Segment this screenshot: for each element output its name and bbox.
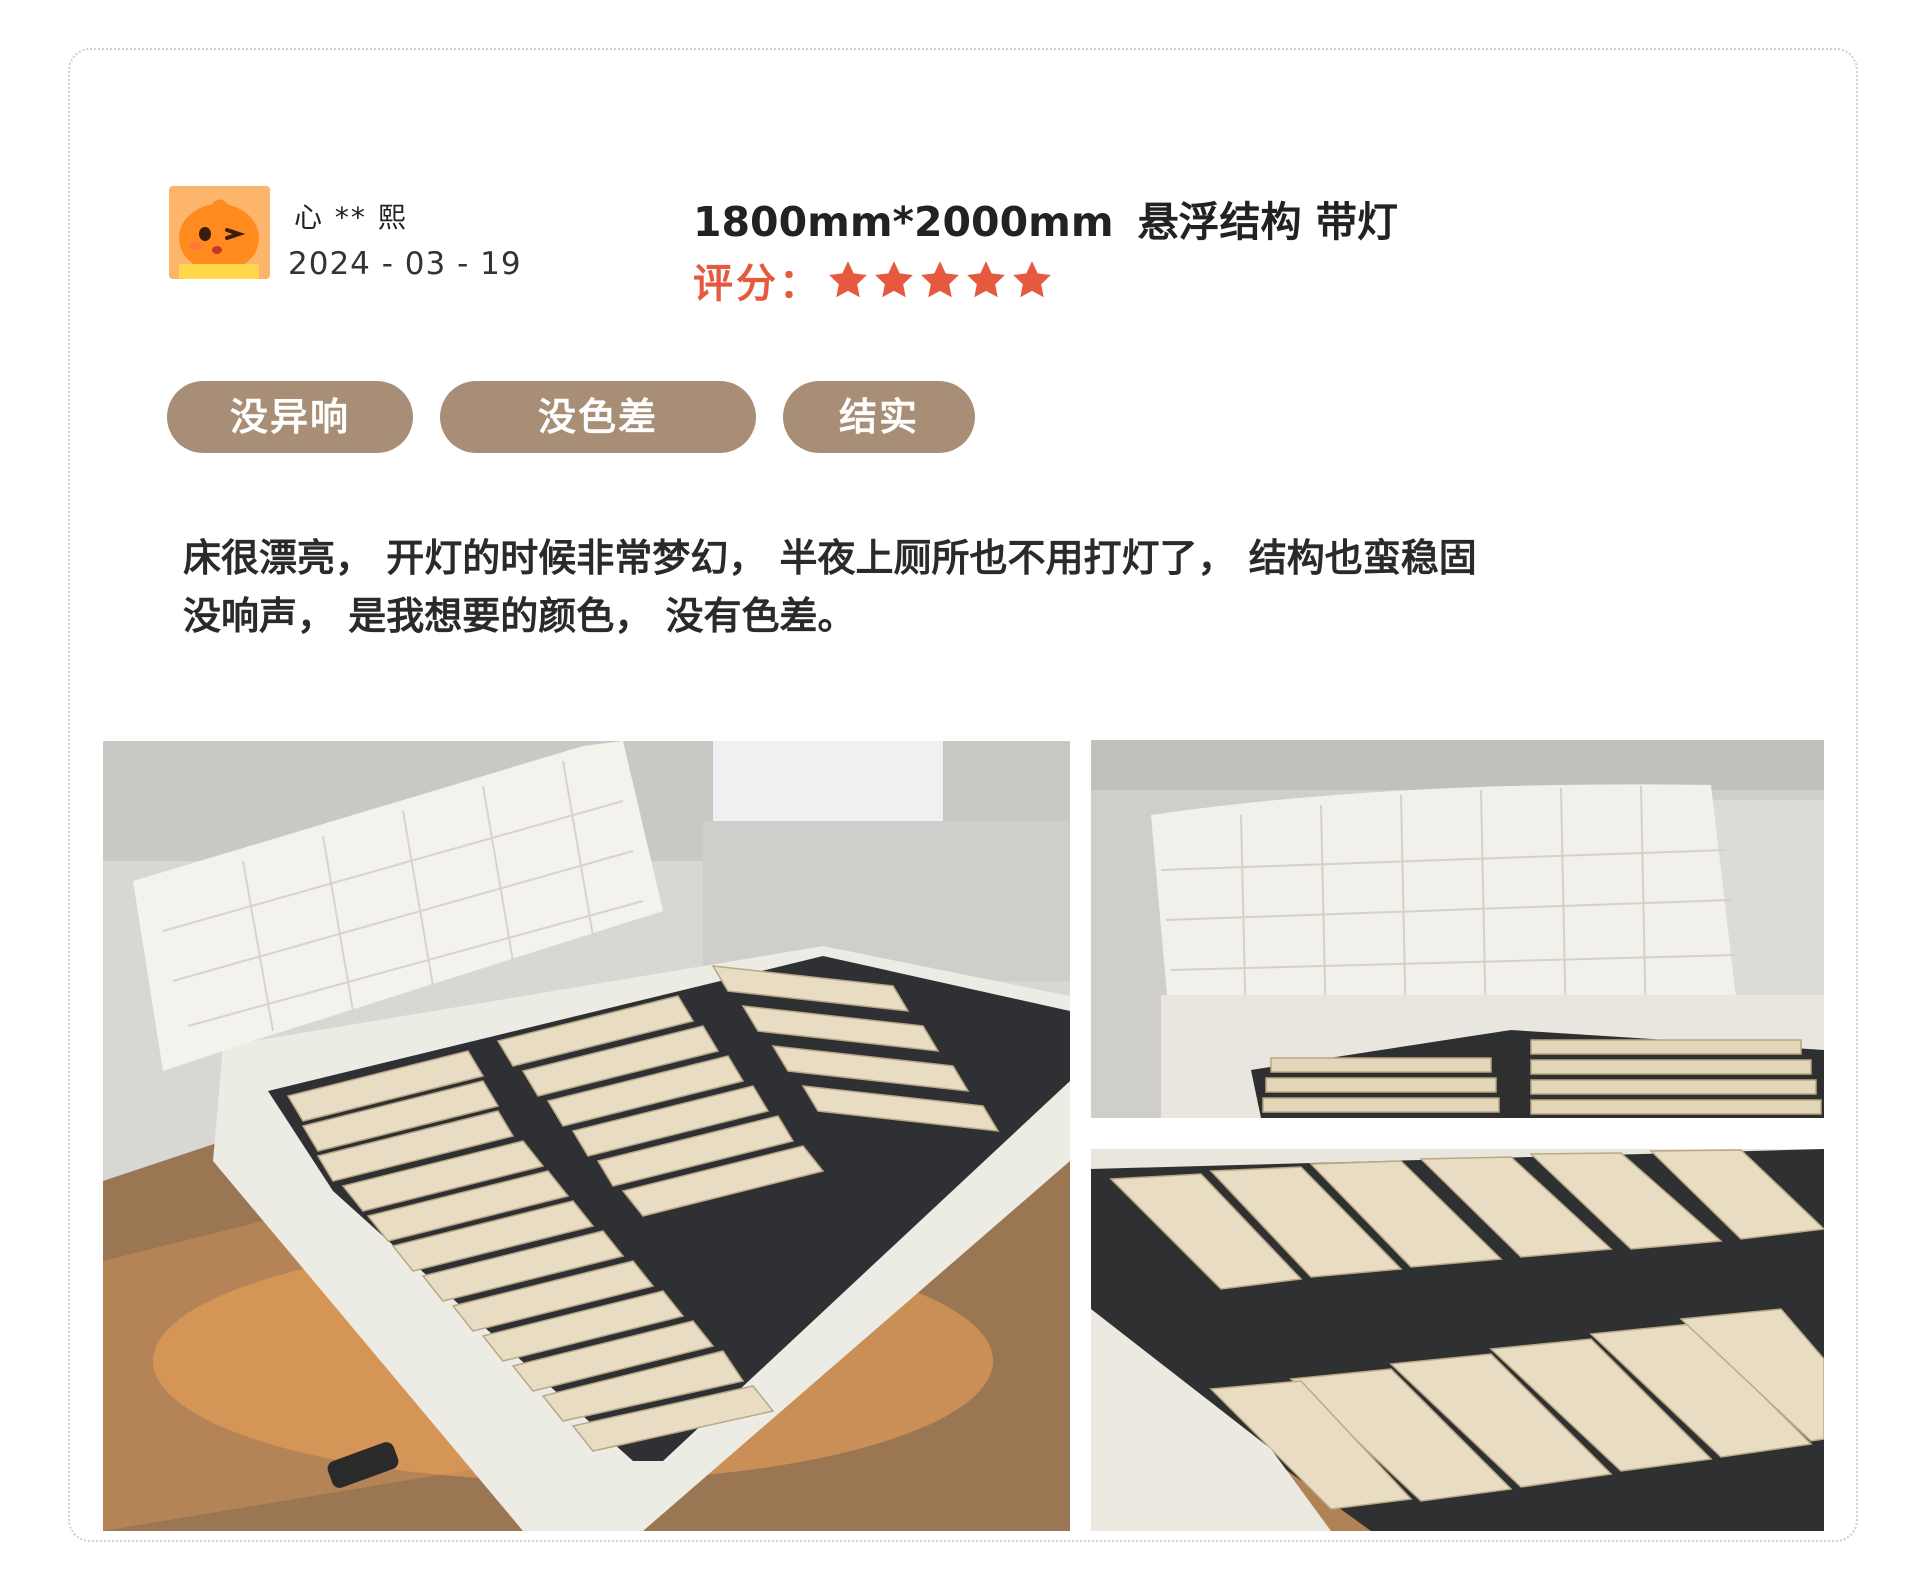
bed-photo-headboard[interactable] [1091, 740, 1824, 1118]
rating-label: 评分： [693, 261, 822, 307]
tag-no-color-difference[interactable]: 没色差 [440, 381, 756, 453]
spec-size: 1800mm*2000mm [693, 198, 1114, 246]
user-avatar[interactable] [169, 186, 270, 279]
review-text-line-2: 没响声， 是我想要的颜色， 没有色差。 [183, 594, 856, 638]
review-text-line-1: 床很漂亮， 开灯的时候非常梦幻， 半夜上厕所也不用打灯了， 结构也蛮稳固 [183, 536, 1477, 580]
product-spec: 1800mm*2000mm 悬浮结构 带灯 [693, 188, 1398, 248]
review-date: 2024 - 03 - 19 [288, 246, 522, 282]
star-icon [967, 261, 1005, 298]
star-icon [875, 261, 913, 298]
rating: 评分： [693, 252, 1056, 308]
star-icon [921, 261, 959, 298]
user-name: 心 ** 熙 [294, 201, 408, 234]
tag-sturdy[interactable]: 结实 [783, 381, 975, 453]
star-icon [829, 261, 867, 298]
tag-no-noise[interactable]: 没异响 [167, 381, 413, 453]
bed-photo-main[interactable] [103, 741, 1070, 1531]
rating-stars [826, 258, 1056, 302]
bed-photo-slats[interactable] [1091, 1149, 1824, 1531]
spec-options: 悬浮结构 带灯 [1137, 198, 1398, 246]
star-icon [1013, 261, 1051, 298]
review-text: 床很漂亮， 开灯的时候非常梦幻， 半夜上厕所也不用打灯了， 结构也蛮稳固 没响声… [183, 529, 1683, 645]
orange-mascot-icon [169, 186, 270, 279]
